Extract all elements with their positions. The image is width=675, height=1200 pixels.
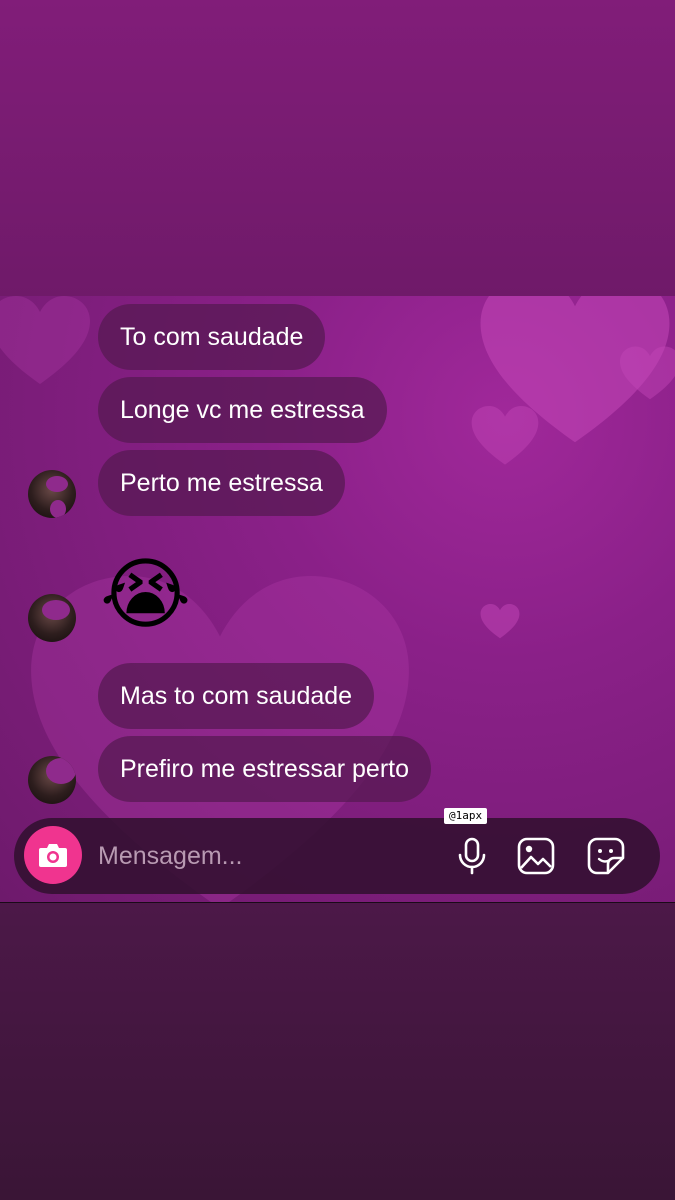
microphone-button[interactable] bbox=[452, 836, 492, 876]
gallery-icon bbox=[517, 837, 555, 875]
message-bubble: Prefiro me estressar perto bbox=[98, 736, 431, 802]
heart-decoration bbox=[620, 346, 675, 401]
message-bubble: To com saudade bbox=[98, 304, 326, 370]
heart-decoration bbox=[470, 406, 540, 466]
message-composer: Mensagem... bbox=[14, 818, 660, 894]
avatar-blur bbox=[50, 500, 66, 518]
message-bubble: Perto me estressa bbox=[98, 450, 345, 516]
avatar[interactable] bbox=[28, 470, 76, 518]
story-bottom-background bbox=[0, 903, 675, 1200]
message-input[interactable]: Mensagem... bbox=[98, 818, 243, 894]
microphone-icon bbox=[458, 837, 486, 875]
avatar-blur bbox=[46, 476, 68, 492]
avatar-blur bbox=[46, 758, 76, 784]
avatar[interactable] bbox=[28, 594, 76, 642]
crying-emoji: 😭 bbox=[100, 550, 192, 638]
camera-icon bbox=[39, 844, 67, 867]
camera-button[interactable] bbox=[24, 826, 82, 884]
sticker-button[interactable] bbox=[586, 836, 626, 876]
watermark: @1apx bbox=[444, 808, 488, 824]
avatar[interactable] bbox=[28, 756, 76, 804]
sticker-icon bbox=[587, 837, 625, 875]
story-top-background bbox=[0, 0, 675, 296]
heart-decoration bbox=[480, 604, 520, 639]
heart-decoration bbox=[0, 296, 100, 386]
message-bubble: Mas to com saudade bbox=[98, 663, 375, 729]
gallery-button[interactable] bbox=[516, 836, 556, 876]
avatar-blur bbox=[42, 600, 70, 620]
message-bubble: Longe vc me estressa bbox=[98, 377, 387, 443]
